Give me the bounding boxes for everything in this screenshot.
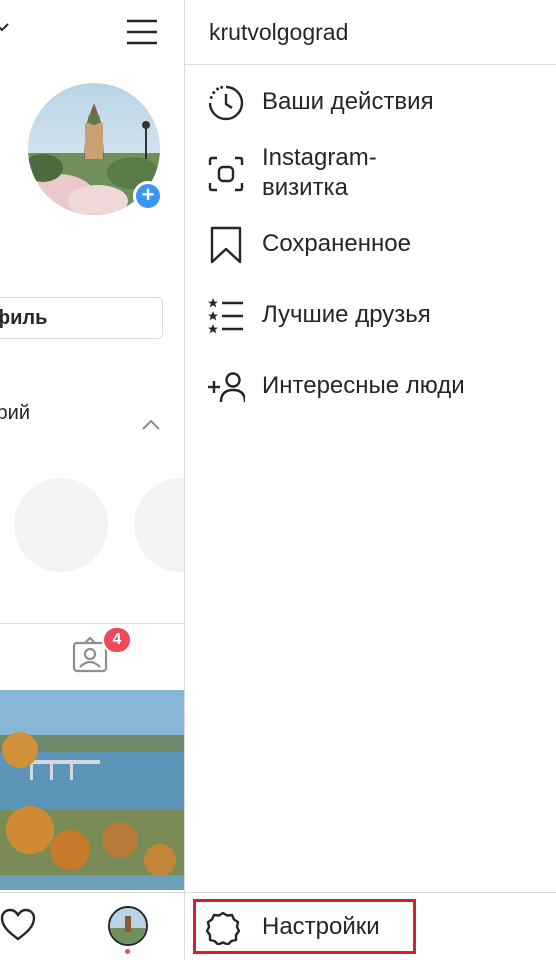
- menu-item-close-friends[interactable]: Лучшие друзья: [185, 285, 556, 345]
- tagged-count-badge: 4: [102, 626, 132, 654]
- chevron-down-icon[interactable]: [0, 18, 14, 43]
- activity-clock-icon: [207, 84, 245, 122]
- discover-people-icon: [207, 368, 247, 406]
- story-highlights-label: Актуальное из историй: [0, 402, 30, 424]
- username: krutvolgograd: [209, 19, 349, 45]
- chevron-up-icon[interactable]: [141, 418, 161, 437]
- menu-item-label: Лучшие друзья: [262, 301, 431, 328]
- menu-item-label: Интересные люди: [262, 372, 465, 399]
- close-friends-list-icon: [207, 297, 245, 335]
- gear-icon: [205, 911, 241, 950]
- settings-label: Настройки: [262, 913, 380, 940]
- hamburger-menu-icon[interactable]: [126, 18, 158, 51]
- edit-profile-button[interactable]: Редактировать профиль: [0, 297, 163, 339]
- menu-item-label: Ваши действия: [262, 88, 434, 115]
- menu-item-label: Instagram- визитка: [262, 144, 377, 201]
- nametag-icon: [207, 155, 245, 193]
- menu-item-your-activity[interactable]: Ваши действия: [185, 72, 556, 132]
- divider: [0, 623, 184, 624]
- menu-item-label: Сохраненное: [262, 230, 411, 257]
- profile-tab-avatar[interactable]: [108, 906, 148, 946]
- menu-item-saved[interactable]: Сохраненное: [185, 214, 556, 274]
- menu-item-nametag[interactable]: Instagram- визитка: [185, 143, 556, 207]
- menu-item-discover-people[interactable]: Интересные люди: [185, 356, 556, 416]
- drawer-header: krutvolgograd: [185, 0, 556, 65]
- post-thumbnail[interactable]: [0, 690, 184, 890]
- add-story-button[interactable]: +: [133, 181, 163, 211]
- settings-button[interactable]: Настройки: [193, 899, 416, 954]
- profile-panel: + Редактировать профиль Актуальное из ис…: [0, 0, 184, 960]
- side-drawer: krutvolgograd Ваши действия Instagram- в…: [184, 0, 556, 960]
- drawer-footer: Настройки: [185, 892, 556, 960]
- notification-dot: [125, 949, 130, 954]
- heart-icon[interactable]: [0, 908, 36, 947]
- highlight-placeholder[interactable]: [14, 478, 108, 572]
- highlight-placeholder[interactable]: [134, 478, 184, 572]
- bookmark-icon: [207, 226, 245, 264]
